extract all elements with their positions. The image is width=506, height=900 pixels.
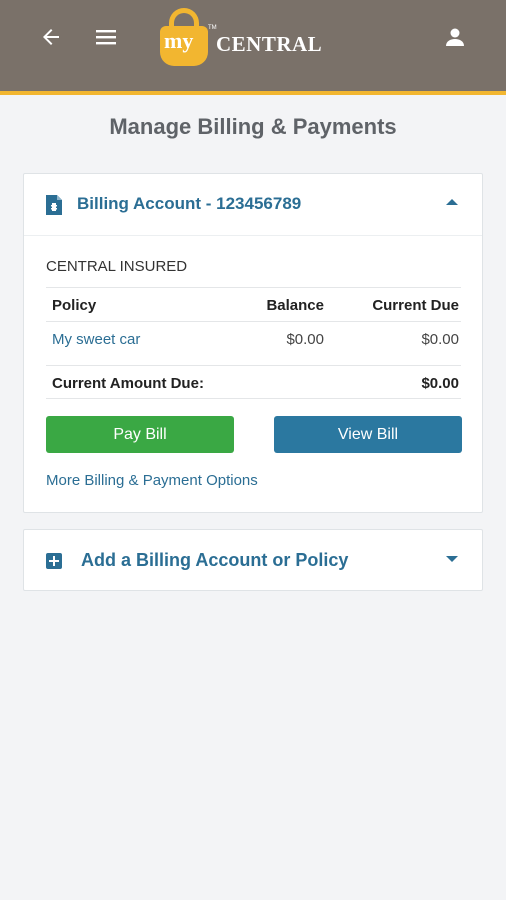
header-accent-bar: [0, 91, 506, 95]
policy-table: Policy Balance Current Due My sweet car …: [46, 287, 461, 399]
total-row: Current Amount Due: $0.00: [46, 365, 461, 399]
more-billing-options-link[interactable]: More Billing & Payment Options: [46, 472, 258, 489]
view-bill-button[interactable]: View Bill: [274, 416, 462, 453]
back-arrow-icon[interactable]: [36, 22, 66, 52]
policy-current-due: $0.00: [421, 331, 459, 348]
caret-down-icon[interactable]: [446, 556, 458, 562]
user-icon[interactable]: [440, 22, 470, 52]
billing-account-title: Billing Account - 123456789: [77, 194, 302, 213]
pay-bill-button[interactable]: Pay Bill: [46, 416, 234, 453]
column-header-balance: Balance: [266, 297, 324, 314]
billing-account-header[interactable]: Billing Account - 123456789: [24, 174, 482, 236]
table-row: My sweet car $0.00 $0.00: [46, 322, 461, 357]
policy-link[interactable]: My sweet car: [52, 331, 140, 348]
column-header-policy: Policy: [52, 297, 97, 314]
logo-central-text: CENTRAL: [216, 32, 323, 56]
total-label: Current Amount Due:: [52, 375, 204, 392]
add-billing-account-title: Add a Billing Account or Policy: [81, 550, 349, 570]
hamburger-menu-icon[interactable]: [91, 22, 121, 52]
mycentral-logo[interactable]: my TM CENTRAL: [160, 8, 350, 68]
add-billing-account-card[interactable]: Add a Billing Account or Policy: [23, 529, 483, 591]
logo-trademark: TM: [208, 25, 217, 31]
billing-account-card: Billing Account - 123456789 CENTRAL INSU…: [23, 173, 483, 513]
total-value: $0.00: [421, 375, 459, 392]
plus-square-icon: [46, 553, 62, 569]
caret-up-icon[interactable]: [446, 199, 458, 205]
logo-my-text: my: [164, 28, 194, 53]
page-title: Manage Billing & Payments: [109, 114, 397, 139]
insured-name: CENTRAL INSURED: [46, 258, 188, 275]
app-header: my TM CENTRAL: [0, 0, 506, 91]
policy-balance: $0.00: [286, 331, 324, 348]
column-header-current-due: Current Due: [372, 297, 459, 314]
document-icon: [46, 195, 62, 220]
table-header-row: Policy Balance Current Due: [46, 287, 461, 322]
